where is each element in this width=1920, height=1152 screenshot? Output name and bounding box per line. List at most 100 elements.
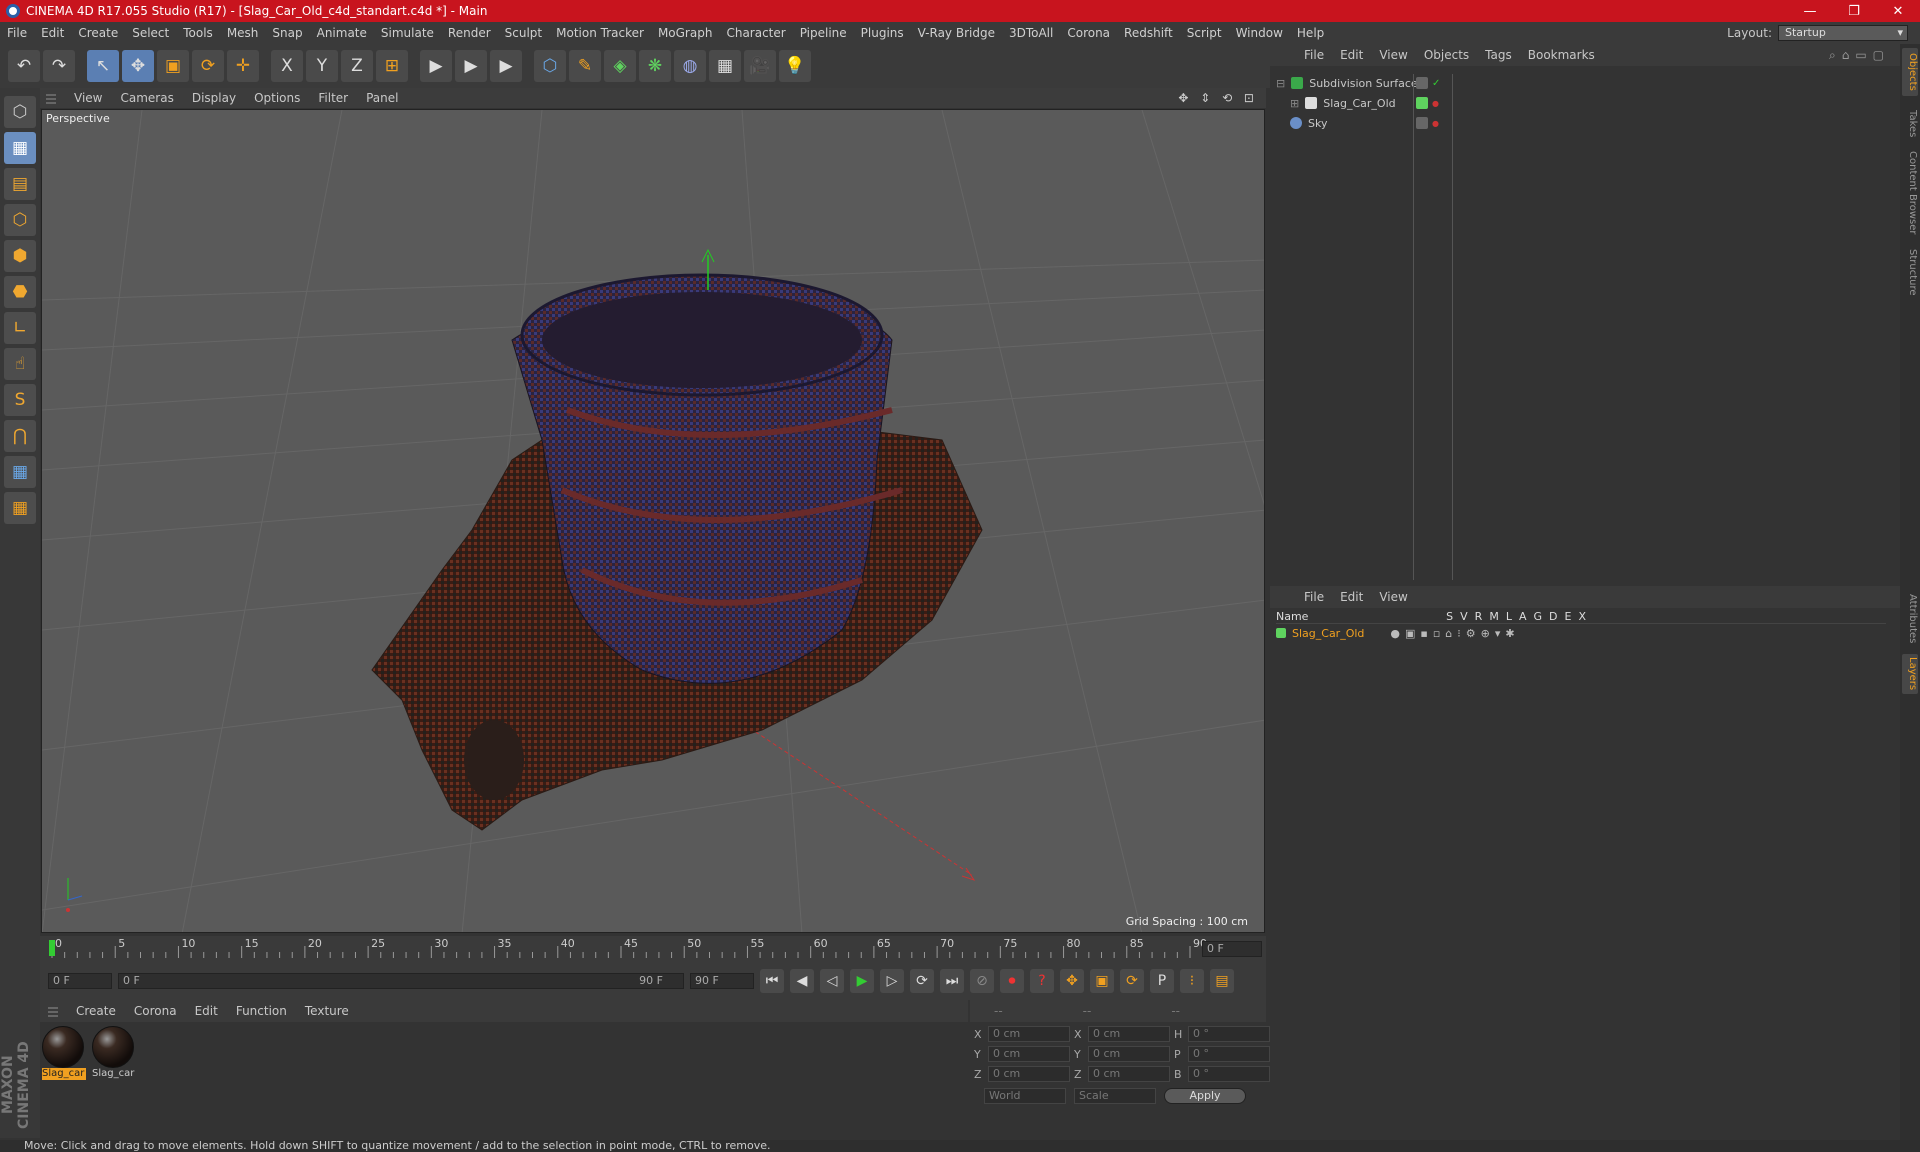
scale-select[interactable]: Scale: [1074, 1088, 1156, 1104]
layer-color-icon[interactable]: [1416, 97, 1428, 109]
tab-layers[interactable]: Layers: [1902, 654, 1918, 694]
points-mode-icon[interactable]: ⬢: [4, 240, 36, 272]
workplane-mode-icon[interactable]: ⬡: [4, 204, 36, 236]
record-key-icon[interactable]: ⏺: [1000, 969, 1024, 993]
current-frame-field[interactable]: 0 F: [1202, 941, 1262, 957]
motion-path-icon[interactable]: ⊘: [970, 969, 994, 993]
objects-menu-view[interactable]: View: [1379, 48, 1407, 62]
auto-key-icon[interactable]: ?: [1030, 969, 1054, 993]
viewport-menu-filter[interactable]: Filter: [318, 91, 348, 105]
object-visibility-tags[interactable]: ●: [1416, 114, 1439, 132]
loop-icon[interactable]: ⟳: [910, 969, 934, 993]
camera-icon[interactable]: 🎥: [744, 50, 776, 82]
timeline-ruler[interactable]: 0 5 10 15 20 25 30 35 40 45 50 55 60 65 70 75 80 85 90 0 F: [40, 936, 1266, 962]
viewport-menu-view[interactable]: View: [74, 91, 102, 105]
viewport-menu-display[interactable]: Display: [192, 91, 236, 105]
object-visibility-tags[interactable]: ●: [1416, 94, 1439, 112]
undo-icon[interactable]: ↶: [8, 50, 40, 82]
col-solo[interactable]: S: [1446, 610, 1453, 623]
col-expressions[interactable]: E: [1565, 610, 1572, 623]
tab-structure[interactable]: Structure: [1902, 244, 1918, 300]
rotation-p-field[interactable]: 0 °: [1188, 1046, 1270, 1062]
texture-mode-icon[interactable]: ▤: [4, 168, 36, 200]
start-frame-field[interactable]: 0 F: [48, 973, 112, 989]
menu-motion-tracker[interactable]: Motion Tracker: [549, 26, 651, 40]
viewport-nav-icons[interactable]: ✥ ⇕ ⟲ ⊡: [1178, 91, 1266, 105]
perspective-viewport[interactable]: Perspective Grid Spacing : 100 cm: [41, 109, 1265, 933]
size-y-field[interactable]: 0 cm: [1088, 1046, 1170, 1062]
timeline-window-icon[interactable]: ▤: [1210, 969, 1234, 993]
column-divider[interactable]: [1413, 74, 1414, 580]
object-manager-tool-icons[interactable]: ⌕⌂▭▢: [1829, 48, 1900, 63]
tab-takes[interactable]: Takes: [1902, 104, 1918, 144]
go-to-end-icon[interactable]: ⏭: [940, 969, 964, 993]
rotation-h-field[interactable]: 0 °: [1188, 1026, 1270, 1042]
previous-frame-icon[interactable]: ◁: [820, 969, 844, 993]
menu-sculpt[interactable]: Sculpt: [498, 26, 549, 40]
visibility-dot-icon[interactable]: ●: [1432, 119, 1439, 128]
objects-menu-edit[interactable]: Edit: [1340, 48, 1363, 62]
snap-magnet-icon[interactable]: ⋂: [4, 420, 36, 452]
next-frame-icon[interactable]: ▷: [880, 969, 904, 993]
object-row-sky[interactable]: Sky: [1290, 114, 1327, 132]
panel-grip[interactable]: [46, 92, 56, 104]
object-row-slag-car-old[interactable]: ⊞ Slag_Car_Old: [1290, 94, 1396, 112]
make-editable-icon[interactable]: ⬡: [4, 96, 36, 128]
close-button[interactable]: ✕: [1876, 4, 1920, 19]
material-menu-create[interactable]: Create: [76, 1004, 116, 1018]
objects-menu-objects[interactable]: Objects: [1424, 48, 1469, 62]
menu-vray-bridge[interactable]: V-Ray Bridge: [911, 26, 1002, 40]
menu-help[interactable]: Help: [1290, 26, 1331, 40]
menu-redshift[interactable]: Redshift: [1117, 26, 1180, 40]
cloner-icon[interactable]: ❋: [639, 50, 671, 82]
pen-spline-icon[interactable]: ✎: [569, 50, 601, 82]
key-pla-icon[interactable]: ⁝: [1180, 969, 1204, 993]
scale-tool-icon[interactable]: ▣: [157, 50, 189, 82]
layers-menu-edit[interactable]: Edit: [1340, 590, 1363, 604]
visibility-dot-icon[interactable]: ●: [1432, 99, 1439, 108]
maximize-button[interactable]: ❐: [1832, 4, 1876, 19]
polygons-mode-icon[interactable]: ∟: [4, 312, 36, 344]
layers-menu-file[interactable]: File: [1304, 590, 1324, 604]
menu-create[interactable]: Create: [71, 26, 125, 40]
menu-character[interactable]: Character: [719, 26, 792, 40]
menu-render[interactable]: Render: [441, 26, 498, 40]
layer-icon[interactable]: [1416, 117, 1428, 129]
menu-animate[interactable]: Animate: [310, 26, 374, 40]
col-manager[interactable]: M: [1489, 610, 1499, 623]
apply-button[interactable]: Apply: [1164, 1088, 1246, 1104]
menu-edit[interactable]: Edit: [34, 26, 71, 40]
key-rotation-icon[interactable]: ⟳: [1120, 969, 1144, 993]
coordinate-system-icon[interactable]: ⊞: [376, 50, 408, 82]
object-visibility-tags[interactable]: ✓: [1416, 74, 1440, 92]
menu-mograph[interactable]: MoGraph: [651, 26, 720, 40]
material-menu-edit[interactable]: Edit: [195, 1004, 218, 1018]
objects-menu-bookmarks[interactable]: Bookmarks: [1528, 48, 1595, 62]
menu-snap[interactable]: Snap: [265, 26, 309, 40]
tab-content-browser[interactable]: Content Browser: [1902, 148, 1918, 238]
layer-toggle-icons[interactable]: ●▣▪▫⌂⁝⚙⊕▾✱: [1390, 627, 1519, 640]
z-axis-lock-icon[interactable]: Z: [341, 50, 373, 82]
col-view[interactable]: V: [1460, 610, 1468, 623]
frame-range-slider[interactable]: 0 F 90 F: [118, 973, 684, 989]
select-tool-icon[interactable]: ↖: [87, 50, 119, 82]
col-animation[interactable]: A: [1519, 610, 1527, 623]
size-x-field[interactable]: 0 cm: [1088, 1026, 1170, 1042]
cube-primitive-icon[interactable]: ⬡: [534, 50, 566, 82]
previous-key-icon[interactable]: ◀: [790, 969, 814, 993]
model-mode-icon[interactable]: ▦: [4, 132, 36, 164]
render-picture-viewer-icon[interactable]: ▶: [455, 50, 487, 82]
col-xref[interactable]: X: [1578, 610, 1586, 623]
menu-mesh[interactable]: Mesh: [220, 26, 266, 40]
tab-attributes[interactable]: Attributes: [1902, 589, 1918, 649]
menu-plugins[interactable]: Plugins: [854, 26, 911, 40]
menu-script[interactable]: Script: [1180, 26, 1229, 40]
menu-file[interactable]: File: [0, 26, 34, 40]
light-icon[interactable]: 💡: [779, 50, 811, 82]
col-deformers[interactable]: D: [1549, 610, 1557, 623]
expand-icon[interactable]: ⊞: [1290, 97, 1299, 110]
layer-color-icon[interactable]: [1276, 628, 1286, 638]
col-locked[interactable]: L: [1506, 610, 1512, 623]
menu-corona[interactable]: Corona: [1060, 26, 1117, 40]
key-scale-icon[interactable]: ▣: [1090, 969, 1114, 993]
